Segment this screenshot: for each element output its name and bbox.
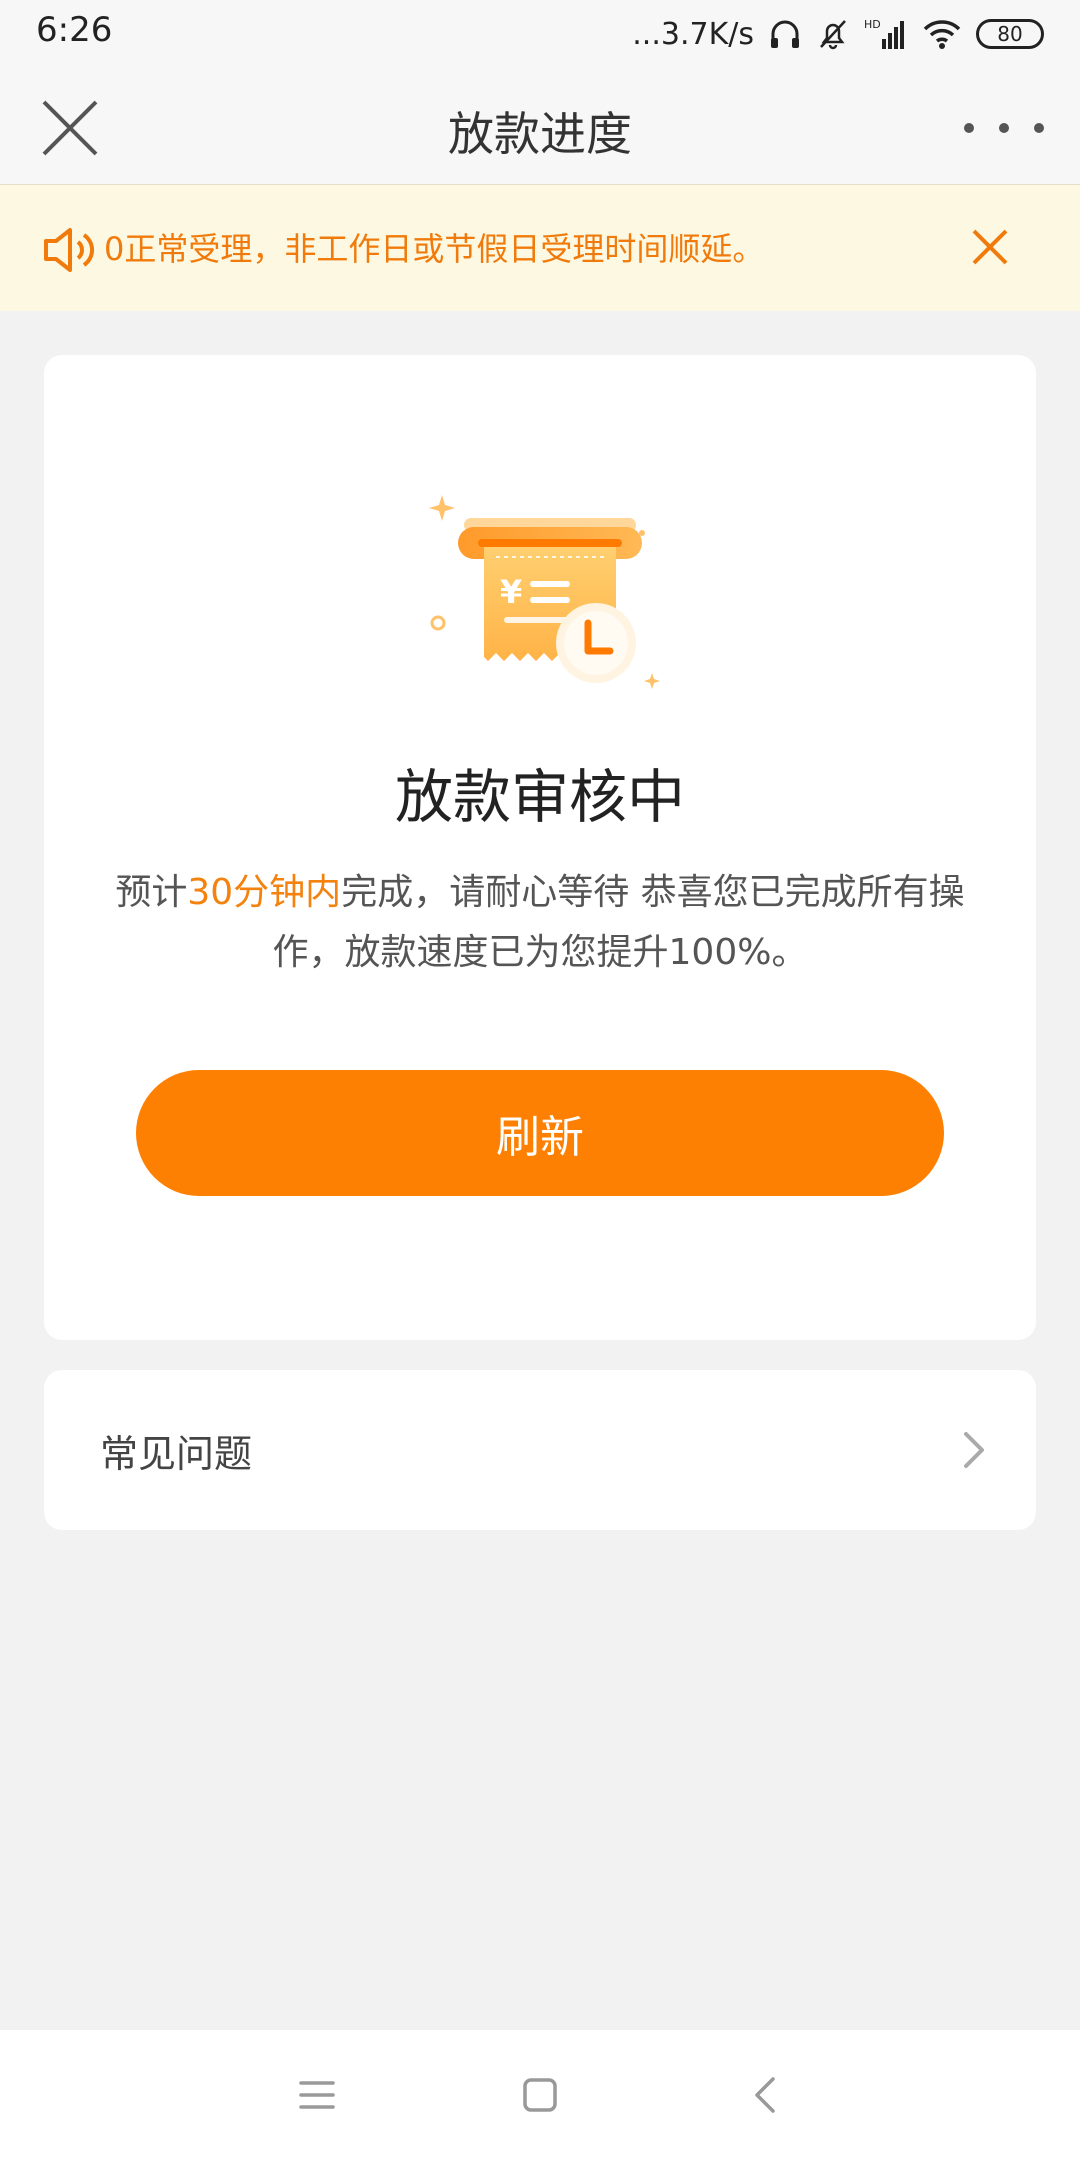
desc-suffix: 完成，请耐心等待 恭喜您已完成所有操作，放款速度已为您提升100%。: [272, 872, 965, 973]
desc-highlight: 30分钟内: [187, 872, 342, 913]
more-button[interactable]: [964, 94, 1044, 162]
headphones-icon: [771, 20, 799, 48]
status-card: ¥ 放款审核中 预计30分钟内完成，请耐心等待 恭喜您已完成所有操作，放款速度已…: [44, 355, 1036, 1340]
close-icon: [972, 229, 1008, 265]
more-dots-icon: [964, 123, 974, 133]
notice-marquee: 0正常受理，非工作日或节假日受理时间顺延。: [104, 219, 964, 279]
chevron-right-icon: [964, 1432, 984, 1468]
nav-bar: 放款进度: [0, 68, 1080, 185]
notice-text: 0正常受理，非工作日或节假日受理时间顺延。: [104, 230, 765, 268]
network-speed: ...3.7K/s: [632, 16, 754, 52]
menu-icon[interactable]: [287, 2065, 347, 2125]
receipt-clock-icon: ¥: [429, 495, 660, 689]
hd-signal-icon: HD: [864, 18, 904, 49]
notice-bar: 0正常受理，非工作日或节假日受理时间顺延。: [0, 185, 1080, 311]
refresh-button[interactable]: 刷新: [136, 1070, 944, 1196]
back-icon[interactable]: [737, 2065, 797, 2125]
notice-close-button[interactable]: [968, 225, 1012, 269]
svg-text:¥: ¥: [500, 573, 522, 611]
faq-label: 常见问题: [100, 1432, 253, 1476]
system-navigation-bar: [0, 2030, 1080, 2160]
status-heading: 放款审核中: [394, 763, 685, 831]
faq-entry[interactable]: 常见问题: [44, 1370, 1036, 1530]
battery-level: 80: [997, 22, 1023, 46]
status-time: 6:26: [36, 10, 113, 50]
status-description: 预计30分钟内完成，请耐心等待 恭喜您已完成所有操作，放款速度已为您提升100%…: [104, 863, 976, 983]
wifi-icon: [923, 20, 961, 49]
status-bar: 6:26 ...3.7K/s HD 80: [0, 0, 1080, 68]
speaker-icon: [44, 228, 94, 272]
battery-icon: 80: [976, 19, 1044, 49]
desc-prefix: 预计: [115, 872, 188, 913]
svg-text:HD: HD: [864, 18, 881, 31]
page-title: 放款进度: [448, 107, 632, 161]
home-icon[interactable]: [510, 2065, 570, 2125]
status-icons: ...3.7K/s HD 80: [632, 12, 1044, 56]
bell-muted-icon: [820, 20, 846, 50]
